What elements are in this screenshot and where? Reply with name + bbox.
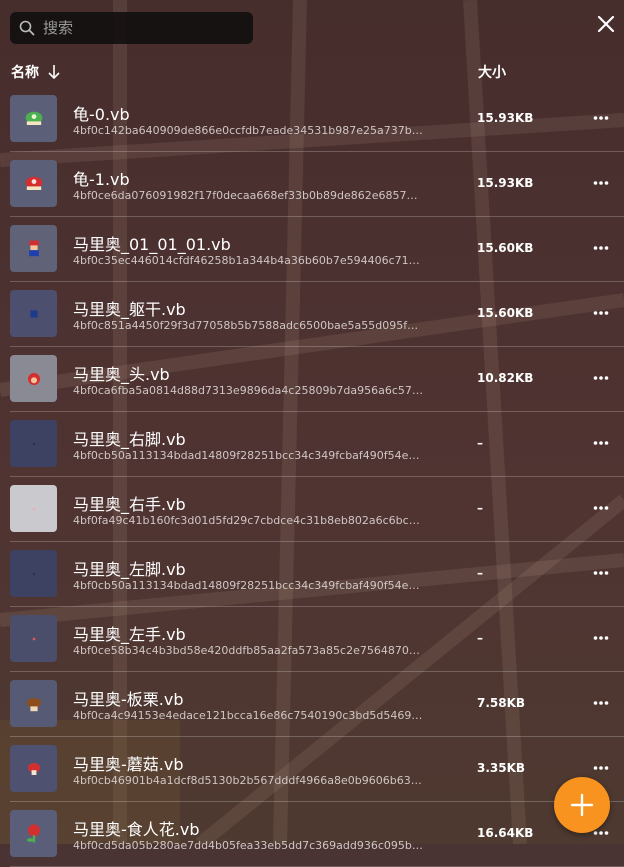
sort-by-name-button[interactable]: 名称	[11, 62, 61, 82]
more-options-icon[interactable]	[592, 109, 610, 127]
size-column-label[interactable]: 大小	[478, 62, 506, 82]
file-hash: 4bf0ca4c94153e4edace121bcca16e86c7540190…	[73, 709, 423, 722]
file-row[interactable]: 马里奥_躯干.vb 4bf0c851a4450f29f3d77058b5b7588…	[10, 282, 624, 347]
file-row[interactable]: 马里奥_头.vb 4bf0ca6fba5a0814d88d7313e9896da4…	[10, 347, 624, 412]
search-input[interactable]	[41, 18, 245, 38]
file-row[interactable]: 马里奥_右手.vb 4bf0fa49c41b160fc3d01d5fd29c7cb…	[10, 477, 624, 542]
file-hash: 4bf0fa49c41b160fc3d01d5fd29c7cbdce4c31b8…	[73, 514, 423, 527]
file-hash: 4bf0c142ba640909de866e0ccfdb7eade34531b9…	[73, 124, 423, 137]
file-row[interactable]: 马里奥_右脚.vb 4bf0cb50a113134bdad14809f28251b…	[10, 412, 624, 477]
file-thumbnail	[10, 745, 57, 792]
file-thumbnail	[10, 485, 57, 532]
more-options-icon[interactable]	[592, 304, 610, 322]
file-hash: 4bf0ce58b34c4b3bd58e420ddfb85aa2fa573a85…	[73, 644, 423, 657]
file-size: 15.60KB	[477, 241, 534, 255]
model-preview-icon	[27, 762, 40, 775]
file-name: 龟-1.vb	[73, 170, 130, 189]
file-hash: 4bf0cb50a113134bdad14809f28251bcc34c349f…	[73, 449, 423, 462]
file-row[interactable]: 马里奥-食人花.vb 4bf0cd5da05b280ae7dd4b05fea33e…	[10, 802, 624, 867]
more-options-icon[interactable]	[592, 369, 610, 387]
name-column-label: 名称	[11, 65, 39, 81]
file-row[interactable]: 龟-0.vb 4bf0c142ba640909de866e0ccfdb7eade3…	[10, 87, 624, 152]
file-row[interactable]: 马里奥_左脚.vb 4bf0cb50a113134bdad14809f28251b…	[10, 542, 624, 607]
more-options-icon[interactable]	[592, 174, 610, 192]
more-options-icon[interactable]	[592, 629, 610, 647]
file-size: –	[477, 501, 483, 515]
file-hash: 4bf0c35ec446014cfdf46258b1a344b4a36b60b7…	[73, 254, 423, 267]
file-thumbnail	[10, 680, 57, 727]
more-options-icon[interactable]	[592, 694, 610, 712]
file-size: 16.64KB	[477, 826, 534, 840]
list-header: 名称 大小	[0, 60, 624, 84]
model-preview-icon	[27, 372, 40, 385]
file-size: –	[477, 436, 483, 450]
file-name: 龟-0.vb	[73, 105, 130, 124]
search-bar[interactable]	[10, 12, 253, 44]
model-preview-icon	[26, 697, 41, 711]
file-thumbnail	[10, 95, 57, 142]
file-thumbnail	[10, 355, 57, 402]
file-thumbnail	[10, 225, 57, 272]
file-row[interactable]: 马里奥-板栗.vb 4bf0ca4c94153e4edace121bcca16e8…	[10, 672, 624, 737]
model-preview-icon	[25, 176, 42, 190]
model-preview-icon	[32, 572, 35, 575]
file-hash: 4bf0c851a4450f29f3d77058b5b7588adc6500ba…	[73, 319, 423, 332]
file-row[interactable]: 龟-1.vb 4bf0ce6da076091982f17f0decaa668ef3…	[10, 152, 624, 217]
model-preview-icon	[28, 240, 39, 256]
model-preview-icon	[25, 111, 42, 125]
more-options-icon[interactable]	[592, 239, 610, 257]
more-options-icon[interactable]	[592, 564, 610, 582]
file-size: 10.82KB	[477, 371, 534, 385]
file-size: 15.93KB	[477, 176, 534, 190]
file-hash: 4bf0ce6da076091982f17f0decaa668ef33b0b89…	[73, 189, 423, 202]
more-options-icon[interactable]	[592, 759, 610, 777]
file-name: 马里奥_01_01_01.vb	[73, 235, 231, 254]
search-icon	[19, 20, 35, 36]
file-name: 马里奥_右脚.vb	[73, 430, 186, 449]
file-thumbnail	[10, 160, 57, 207]
file-thumbnail	[10, 810, 57, 857]
model-preview-icon	[26, 823, 40, 842]
arrow-down-icon	[48, 65, 60, 80]
file-thumbnail	[10, 290, 57, 337]
file-name: 马里奥_左手.vb	[73, 625, 186, 644]
file-name: 马里奥-食人花.vb	[73, 820, 200, 839]
file-size: –	[477, 566, 483, 580]
file-hash: 4bf0cd5da05b280ae7dd4b05fea33eb5dd7c369a…	[73, 839, 423, 852]
file-row[interactable]: 马里奥_左手.vb 4bf0ce58b34c4b3bd58e420ddfb85aa…	[10, 607, 624, 672]
file-name: 马里奥_左脚.vb	[73, 560, 186, 579]
model-preview-icon	[32, 442, 35, 445]
more-options-icon[interactable]	[592, 499, 610, 517]
file-name: 马里奥_右手.vb	[73, 495, 186, 514]
file-size: 3.35KB	[477, 761, 526, 775]
file-hash: 4bf0cb46901b4a1dcf8d5130b2b567dddf4966a8…	[73, 774, 423, 787]
file-size: 15.93KB	[477, 111, 534, 125]
file-name: 马里奥_头.vb	[73, 365, 170, 384]
file-thumbnail	[10, 550, 57, 597]
file-size: 7.58KB	[477, 696, 526, 710]
file-name: 马里奥-板栗.vb	[73, 690, 184, 709]
file-size: –	[477, 631, 483, 645]
model-preview-icon	[32, 637, 35, 640]
file-thumbnail	[10, 615, 57, 662]
file-list: 龟-0.vb 4bf0c142ba640909de866e0ccfdb7eade3…	[0, 87, 624, 867]
add-file-button[interactable]	[554, 777, 610, 833]
file-hash: 4bf0ca6fba5a0814d88d7313e9896da4c25809b7…	[73, 384, 423, 397]
file-row[interactable]: 马里奥_01_01_01.vb 4bf0c35ec446014cfdf46258b…	[10, 217, 624, 282]
file-name: 马里奥-蘑菇.vb	[73, 755, 184, 774]
model-preview-icon	[29, 309, 38, 318]
more-options-icon[interactable]	[592, 434, 610, 452]
file-row[interactable]: 马里奥-蘑菇.vb 4bf0cb46901b4a1dcf8d5130b2b567d…	[10, 737, 624, 802]
file-name: 马里奥_躯干.vb	[73, 300, 186, 319]
close-icon[interactable]	[596, 14, 616, 34]
file-thumbnail	[10, 420, 57, 467]
plus-icon	[570, 793, 594, 817]
file-hash: 4bf0cb50a113134bdad14809f28251bcc34c349f…	[73, 579, 423, 592]
model-preview-icon	[32, 507, 35, 510]
file-size: 15.60KB	[477, 306, 534, 320]
